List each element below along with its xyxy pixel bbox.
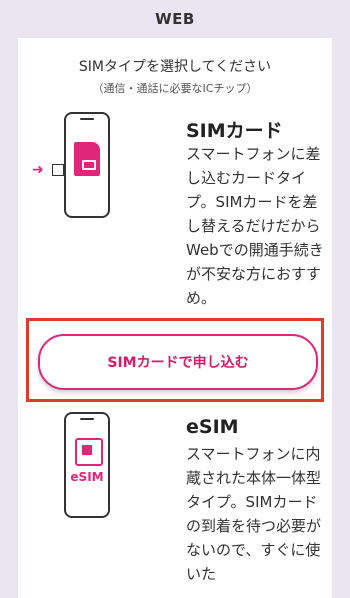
phone-icon [64,112,110,218]
sim-card-option-title: SIMカード [186,120,283,142]
phone-icon: eSIM [64,412,110,518]
sim-card-illustration: ➜ [32,112,124,222]
apply-sim-card-button[interactable]: SIMカードで申し込む [38,334,318,390]
section-title: SIMタイプを選択してください [78,59,272,75]
header-title: WEB [155,10,195,28]
esim-chip-icon [75,438,103,466]
esim-illustration: eSIM [32,412,124,522]
esim-icon-label: eSIM [70,470,104,484]
section-subtitle: （通信・通話に必要なICチップ） [92,82,258,95]
arrow-right-icon: ➜ [32,162,44,178]
sim-card-icon [74,142,100,176]
esim-option-title: eSIM [186,416,239,438]
sim-slot-icon [52,164,64,176]
page-header: WEB [0,0,350,38]
sim-card-option-description: スマートフォンに差し込むカードタイプ。SIMカードを差し替えるだけだからWebで… [186,145,324,307]
esim-option-description: スマートフォンに内蔵された本体一体型タイプ。SIMカードの到着を待つ必要がないの… [186,445,322,583]
